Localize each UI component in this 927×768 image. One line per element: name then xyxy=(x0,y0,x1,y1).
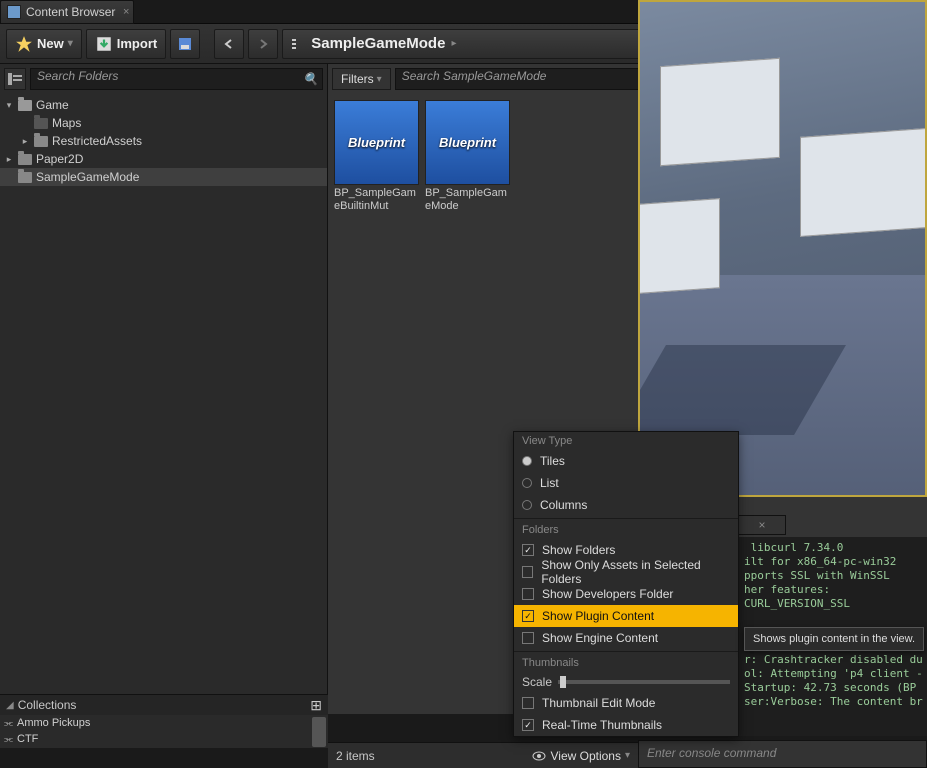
tree-item-game[interactable]: ▾ Game xyxy=(0,96,327,114)
status-bar: 2 items View Options ▾ xyxy=(328,742,638,768)
tab-label: Content Browser xyxy=(26,5,115,19)
share-icon: ⫘ xyxy=(4,718,13,729)
cube-mesh xyxy=(660,58,780,166)
search-icon: 🔍 xyxy=(303,72,318,86)
checkbox-icon xyxy=(522,719,534,731)
tab-content-browser[interactable]: Content Browser × xyxy=(0,0,134,24)
search-folders-input[interactable]: Search Folders 🔍 xyxy=(30,68,323,90)
scrollbar[interactable] xyxy=(312,717,326,747)
add-collection-button[interactable]: ⊞ xyxy=(310,697,322,714)
folder-icon xyxy=(18,154,32,165)
search-placeholder: Search Folders xyxy=(37,69,118,83)
asset-item[interactable]: Blueprint BP_SampleGameMode xyxy=(425,100,510,213)
show-plugin-option[interactable]: Show Plugin Content xyxy=(514,605,738,627)
arrow-left-icon xyxy=(223,38,235,50)
show-developers-option[interactable]: Show Developers Folder xyxy=(514,583,738,605)
folder-icon xyxy=(34,136,48,147)
asset-name: BP_SampleGameBuiltinMut xyxy=(334,187,419,213)
collection-item[interactable]: ⫘CTF xyxy=(4,731,324,747)
console-input[interactable]: Enter console command xyxy=(638,740,927,768)
radio-icon xyxy=(522,456,532,466)
chevron-down-icon: ◢ xyxy=(6,700,14,711)
slider-track[interactable] xyxy=(558,680,730,684)
checkbox-icon xyxy=(522,632,534,644)
checkbox-icon xyxy=(522,544,534,556)
tree-item-restricted[interactable]: ▸ RestrictedAssets xyxy=(0,132,327,150)
slider-thumb[interactable] xyxy=(560,676,566,688)
folder-search-row: Search Folders 🔍 xyxy=(0,64,327,94)
realtime-thumbnails-option[interactable]: Real-Time Thumbnails xyxy=(514,714,738,736)
view-list-option[interactable]: List xyxy=(514,472,738,494)
chevron-down-icon: ▾ xyxy=(377,74,382,85)
item-count: 2 items xyxy=(336,749,375,763)
section-view-type: View Type xyxy=(514,432,738,450)
expander-icon[interactable]: ▸ xyxy=(20,136,30,147)
folder-icon xyxy=(18,172,32,183)
checkbox-icon xyxy=(522,588,534,600)
view-tiles-option[interactable]: Tiles xyxy=(514,450,738,472)
close-icon: × xyxy=(758,518,765,532)
asset-thumbnail: Blueprint xyxy=(425,100,510,185)
content-browser-icon xyxy=(7,5,21,19)
eye-icon xyxy=(532,751,546,761)
import-label: Import xyxy=(117,36,157,51)
chevron-down-icon: ▾ xyxy=(68,38,73,49)
collection-item[interactable]: ⫘Ammo Pickups xyxy=(4,715,324,731)
asset-item[interactable]: Blueprint BP_SampleGameBuiltinMut xyxy=(334,100,419,213)
filters-button[interactable]: Filters ▾ xyxy=(332,68,391,90)
view-columns-option[interactable]: Columns xyxy=(514,494,738,516)
import-icon xyxy=(95,35,113,53)
cube-mesh xyxy=(800,127,927,237)
expander-icon[interactable]: ▾ xyxy=(4,100,14,111)
search-placeholder: Search SampleGameMode xyxy=(402,69,547,83)
tooltip: Shows plugin content in the view. xyxy=(744,627,924,651)
breadcrumb-text: SampleGameMode xyxy=(311,35,445,52)
tree-item-paper2d[interactable]: ▸ Paper2D xyxy=(0,150,327,168)
chevron-right-icon: ▸ xyxy=(451,38,456,49)
collections-panel: ◢Collections ⊞ ⫘Ammo Pickups ⫘CTF xyxy=(0,694,328,748)
show-engine-option[interactable]: Show Engine Content xyxy=(514,627,738,649)
view-options-menu: View Type Tiles List Columns Folders Sho… xyxy=(513,431,739,737)
level-viewport[interactable] xyxy=(638,0,927,497)
tree-item-maps[interactable]: Maps xyxy=(0,114,327,132)
thumbnail-scale-slider[interactable]: Scale xyxy=(514,672,738,692)
collections-list: ⫘Ammo Pickups ⫘CTF xyxy=(0,715,328,747)
path-icon xyxy=(291,37,305,51)
radio-icon xyxy=(522,478,532,488)
star-icon xyxy=(15,35,33,53)
folder-icon xyxy=(34,118,48,129)
history-forward-button[interactable] xyxy=(248,29,278,59)
save-button[interactable] xyxy=(170,29,200,59)
checkbox-icon xyxy=(522,610,534,622)
thumbnail-edit-option[interactable]: Thumbnail Edit Mode xyxy=(514,692,738,714)
share-icon: ⫘ xyxy=(4,734,13,745)
folder-tree[interactable]: ▾ Game Maps ▸ RestrictedAssets ▸ Paper2D xyxy=(0,94,327,714)
history-back-button[interactable] xyxy=(214,29,244,59)
checkbox-icon xyxy=(522,566,533,578)
checkbox-icon xyxy=(522,697,534,709)
close-icon[interactable]: × xyxy=(123,6,129,18)
radio-icon xyxy=(522,500,532,510)
show-only-assets-option[interactable]: Show Only Assets in Selected Folders xyxy=(514,561,738,583)
new-button[interactable]: New ▾ xyxy=(6,29,82,59)
collections-header[interactable]: ◢Collections ⊞ xyxy=(0,695,328,715)
log-tab-close[interactable]: × xyxy=(738,515,786,535)
panel-icon xyxy=(8,73,22,85)
section-thumbnails: Thumbnails xyxy=(514,654,738,672)
asset-thumbnail: Blueprint xyxy=(334,100,419,185)
folder-icon xyxy=(18,100,32,111)
asset-name: BP_SampleGameMode xyxy=(425,187,510,213)
section-folders: Folders xyxy=(514,521,738,539)
arrow-right-icon xyxy=(257,38,269,50)
tree-item-samplegamemode[interactable]: SampleGameMode xyxy=(0,168,327,186)
sources-panel: Search Folders 🔍 ▾ Game Maps ▸ Restricte… xyxy=(0,64,328,714)
cube-mesh xyxy=(638,198,720,296)
sources-toggle-button[interactable] xyxy=(4,68,26,90)
save-icon xyxy=(177,36,193,52)
view-options-button[interactable]: View Options ▾ xyxy=(532,749,630,763)
import-button[interactable]: Import xyxy=(86,29,166,59)
chevron-down-icon: ▾ xyxy=(625,750,630,761)
expander-icon[interactable]: ▸ xyxy=(4,154,14,165)
new-label: New xyxy=(37,36,64,51)
